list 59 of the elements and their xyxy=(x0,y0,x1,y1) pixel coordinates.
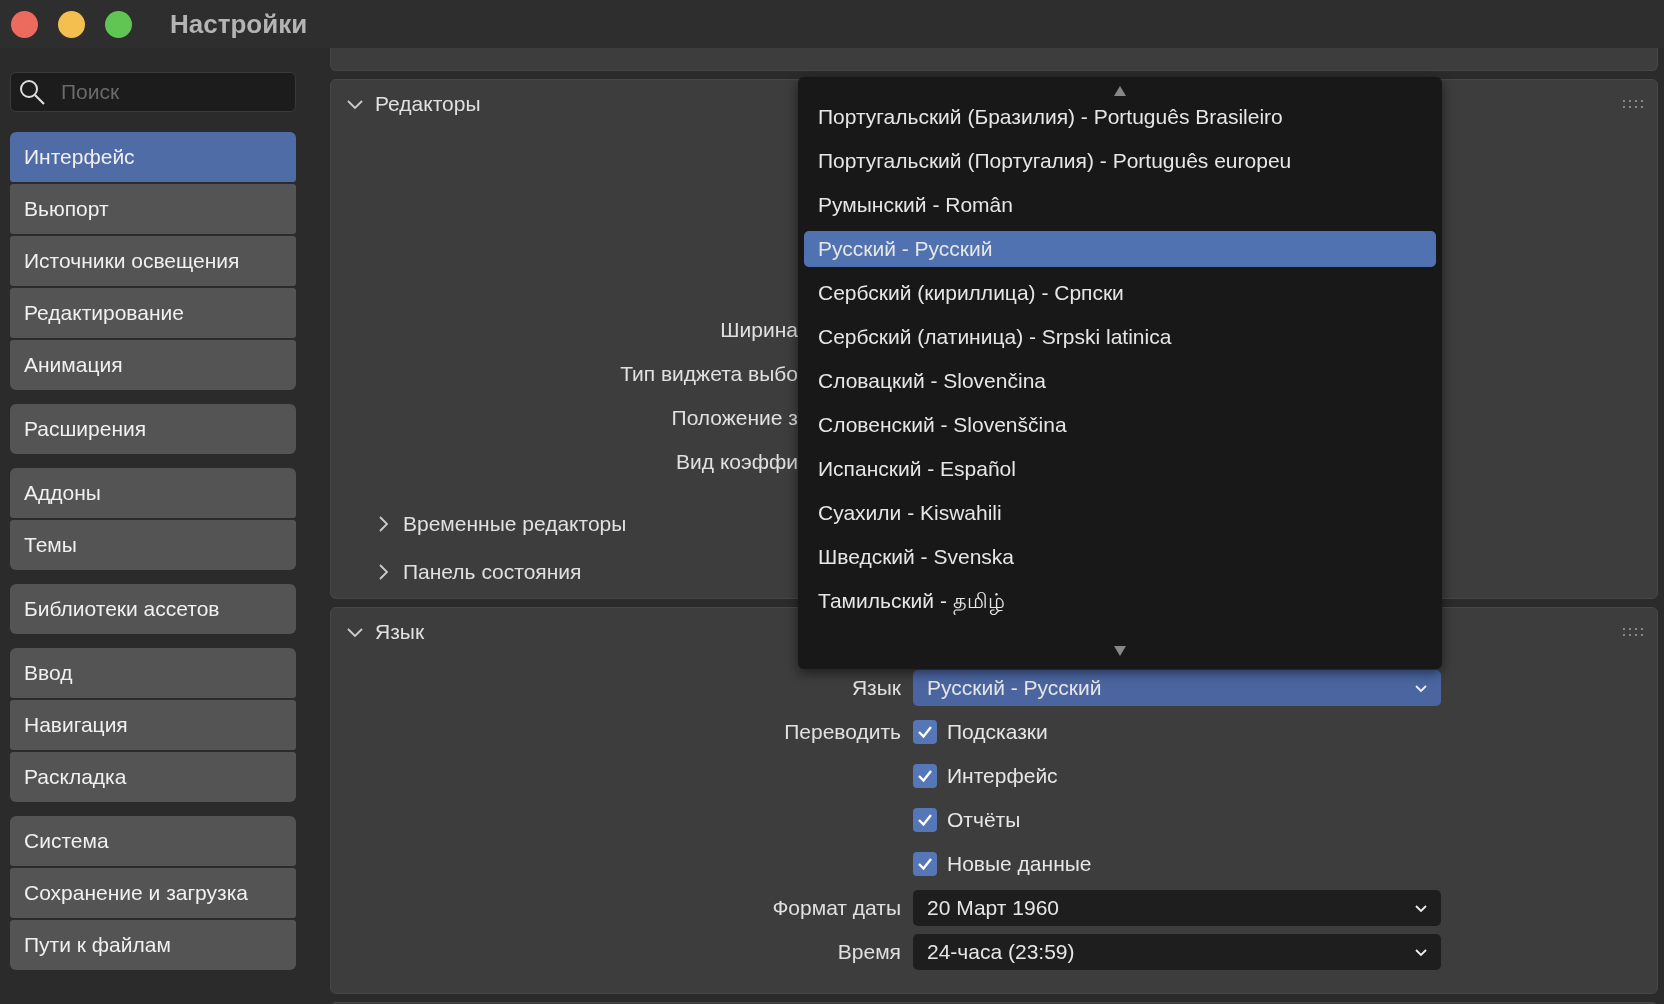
subpanel-title[interactable]: Панель состояния xyxy=(403,560,582,584)
close-window-button[interactable] xyxy=(11,10,38,38)
checkbox[interactable] xyxy=(913,808,937,832)
sidebar-item[interactable]: Сохранение и загрузка xyxy=(10,868,296,918)
menu-item[interactable]: Испанский - Español xyxy=(804,451,1436,487)
checkbox[interactable] xyxy=(913,852,937,876)
sidebar-item[interactable]: Интерфейс xyxy=(10,132,296,182)
sidebar-item[interactable]: Расширения xyxy=(10,404,296,454)
subpanel-title[interactable]: Временные редакторы xyxy=(403,512,627,536)
sidebar-item[interactable]: Анимация xyxy=(10,340,296,390)
menu-item[interactable]: Румынский - Român xyxy=(804,187,1436,223)
menu-item[interactable]: Русский - Русский xyxy=(804,231,1436,267)
menu-item[interactable]: Тамильский - தமிழ் xyxy=(804,583,1436,619)
sidebar-item[interactable]: Аддоны xyxy=(10,468,296,518)
checkbox[interactable] xyxy=(913,764,937,788)
field-label: Время xyxy=(837,940,901,964)
menu-item[interactable]: Сербский (латиница) - Srpski latinica xyxy=(804,319,1436,355)
sidebar-item[interactable]: Пути к файлам xyxy=(10,920,296,970)
date-format-dropdown[interactable]: 20 Март 1960 xyxy=(913,890,1441,926)
minimize-window-button[interactable] xyxy=(58,10,85,38)
sidebar-item[interactable]: Источники освещения xyxy=(10,236,296,286)
field-label: Тип виджета выбо xyxy=(620,362,798,386)
field-label: Язык xyxy=(851,676,901,700)
panel-title[interactable]: Редакторы xyxy=(375,92,481,116)
scroll-down-icon[interactable] xyxy=(1113,645,1127,657)
checkbox-label[interactable]: Интерфейс xyxy=(947,764,1058,788)
menu-item[interactable]: Португальский (Бразилия) - Português Brasileiro xyxy=(804,99,1436,135)
drag-handle-icon[interactable] xyxy=(1623,627,1645,637)
language-dropdown[interactable]: Русский - Русский xyxy=(913,670,1441,706)
sidebar-item[interactable]: Навигация xyxy=(10,700,296,750)
sidebar-item[interactable]: Система xyxy=(10,816,296,866)
menu-item[interactable]: Суахили - Kiswahili xyxy=(804,495,1436,531)
field-label: Положение з xyxy=(671,406,798,430)
drag-handle-icon[interactable] xyxy=(1623,99,1645,109)
panel-title[interactable]: Язык xyxy=(375,620,425,644)
menu-item[interactable]: Португальский (Португалия) - Português europeu xyxy=(804,143,1436,179)
menu-item[interactable]: Словенский - Slovenščina xyxy=(804,407,1436,443)
field-label: Переводить xyxy=(784,720,901,744)
sidebar-item[interactable]: Раскладка xyxy=(10,752,296,802)
menu-item[interactable]: Сербский (кириллица) - Српски xyxy=(804,275,1436,311)
scroll-up-icon[interactable] xyxy=(1113,85,1127,97)
sidebar-item[interactable]: Темы xyxy=(10,520,296,570)
checkbox[interactable] xyxy=(913,720,937,744)
field-label: Вид коэффи xyxy=(676,450,798,474)
checkbox-label[interactable]: Подсказки xyxy=(947,720,1048,744)
sidebar-item[interactable]: Ввод xyxy=(10,648,296,698)
search-field[interactable]: Поиск xyxy=(10,72,296,112)
checkbox-label[interactable]: Отчёты xyxy=(947,808,1021,832)
checkbox-label[interactable]: Новые данные xyxy=(947,852,1092,876)
time-format-dropdown[interactable]: 24-часа (23:59) xyxy=(913,934,1441,970)
sidebar-item[interactable]: Вьюпорт xyxy=(10,184,296,234)
menu-item[interactable]: Словацкий - Slovenčina xyxy=(804,363,1436,399)
window-title: Настройки xyxy=(170,8,308,40)
field-label: Ширина xyxy=(720,318,798,342)
field-label: Формат даты xyxy=(772,896,901,920)
zoom-window-button[interactable] xyxy=(105,10,132,38)
sidebar-item[interactable]: Библиотеки ассетов xyxy=(10,584,296,634)
menu-item[interactable]: Шведский - Svenska xyxy=(804,539,1436,575)
sidebar-item[interactable]: Редактирование xyxy=(10,288,296,338)
